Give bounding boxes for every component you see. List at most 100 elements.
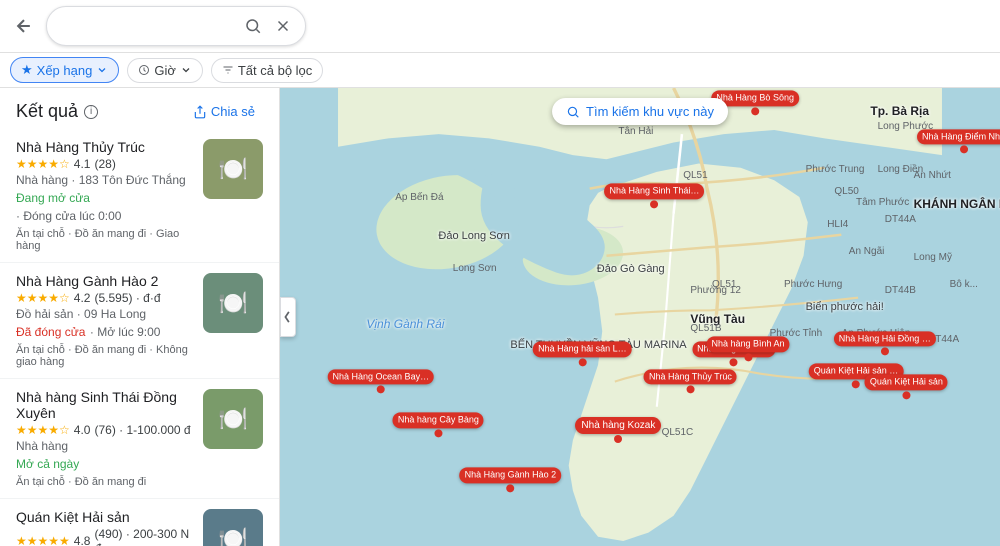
- pin-label: Nhà Hàng Sinh Thái…: [604, 183, 704, 199]
- result-status: Mở cả ngày: [16, 455, 193, 473]
- stars: ★★★★☆: [16, 291, 70, 305]
- result-info: Nhà hàng Sinh Thái Đồng Xuyên ★★★★☆ 4.0 …: [16, 389, 193, 488]
- result-tags: Ăn tại chỗ · Đồ ăn mang đi · Giao hàng: [16, 228, 193, 252]
- result-tags: Ăn tại chỗ · Đồ ăn mang đi: [16, 476, 193, 488]
- pin-label: Nhà hàng Kozak: [575, 417, 661, 434]
- road-label: Long Sơn: [453, 263, 497, 274]
- sidebar-header: Kết quả i Chia sẻ: [0, 88, 279, 129]
- map-area[interactable]: Tp. Bà RịaVũng TàuĐảo Long SơnĐảo Gò Gàn…: [280, 88, 1000, 546]
- pin-label: Nhà hàng Cây Bàng: [393, 413, 484, 429]
- map-pin[interactable]: Nhà Hàng Ocean Bay…: [328, 369, 435, 394]
- road-label: Tân Hải: [618, 126, 653, 137]
- sort-filter[interactable]: ★ Xếp hạng: [10, 57, 119, 83]
- road-label: QL51: [683, 170, 707, 181]
- pin-label: Nhà Hàng Hải Đồng …: [834, 331, 936, 347]
- search-bar: Nhà hàng: [0, 0, 1000, 53]
- map-pin[interactable]: Nhà hàng Kozak: [575, 417, 661, 443]
- pin-dot: [686, 386, 694, 394]
- pin-dot: [902, 391, 910, 399]
- search-area-button[interactable]: Tìm kiếm khu vực này: [552, 98, 728, 125]
- place-label: Đảo Gò Gàng: [597, 263, 665, 275]
- map-pin[interactable]: Nhà Hàng Điểm Nhớ: [917, 129, 1000, 154]
- road-label: Phước Hưng: [784, 279, 842, 290]
- road-label: QL50: [834, 186, 858, 197]
- all-filters[interactable]: Tất cả bộ lọc: [211, 58, 323, 83]
- pin-label: Nhà hàng Bình An: [706, 336, 789, 352]
- stars: ★★★★★: [16, 534, 70, 546]
- rating-value: 4.0: [74, 423, 91, 437]
- stars: ★★★★☆: [16, 423, 70, 437]
- pin-label: Nhà Hàng Ocean Bay…: [328, 369, 435, 385]
- place-label: Đảo Long Sơn: [438, 230, 509, 242]
- result-image: 🍽️: [203, 389, 263, 449]
- map-pin[interactable]: Nhà Hàng Gành Hào 2: [460, 467, 562, 492]
- result-status: Đã đóng cửa · Mở lúc 9:00: [16, 323, 193, 341]
- results-list: Nhà Hàng Thủy Trúc ★★★★☆ 4.1 (28) Nhà hà…: [0, 129, 279, 546]
- back-button[interactable]: [10, 12, 38, 40]
- road-label: An Nhứt: [914, 170, 951, 181]
- time-label: Giờ: [154, 63, 176, 78]
- result-status: Đang mở cửa · Đóng cửa lúc 0:00: [16, 189, 193, 225]
- road-label: HLI4: [827, 219, 848, 230]
- result-item[interactable]: Nhà Hàng Gành Hào 2 ★★★★☆ 4.2 (5.595) · …: [0, 263, 279, 379]
- info-icon[interactable]: i: [84, 105, 98, 119]
- time-chevron-icon: [180, 64, 192, 76]
- rating-value: 4.8: [74, 534, 91, 546]
- map-pin[interactable]: Nhà hàng Cây Bàng: [393, 413, 484, 438]
- review-count: (28): [94, 157, 115, 171]
- sort-label: Xếp hạng: [37, 63, 93, 78]
- search-input-container: Nhà hàng: [46, 6, 306, 46]
- filter-bar: ★ Xếp hạng Giờ Tất cả bộ lọc: [0, 53, 1000, 88]
- map-pin[interactable]: Nhà Hàng Hải Đồng …: [834, 331, 936, 356]
- result-item[interactable]: Nhà hàng Sinh Thái Đồng Xuyên ★★★★☆ 4.0 …: [0, 379, 279, 499]
- search-icon-button[interactable]: [240, 13, 266, 39]
- share-button[interactable]: Chia sẻ: [185, 100, 263, 123]
- review-count: (76) · 1-100.000 đ: [94, 423, 190, 437]
- road-label: An Ngãi: [849, 246, 885, 257]
- road-label: DT44B: [885, 285, 916, 296]
- time-filter[interactable]: Giờ: [127, 58, 203, 83]
- rating-value: 4.2: [74, 291, 91, 305]
- sidebar: Kết quả i Chia sẻ Nhà Hàng Thủy Trúc ★★★…: [0, 88, 280, 546]
- map-pin[interactable]: Nhà Hàng Sinh Thái…: [604, 183, 704, 208]
- result-item[interactable]: Quán Kiệt Hải sản ★★★★★ 4.8 (490) · 200-…: [0, 499, 279, 546]
- results-title: Kết quả i: [16, 101, 98, 122]
- close-time: · Mở lúc 9:00: [90, 325, 161, 339]
- result-address: Nhà hàng: [16, 439, 193, 453]
- pin-dot: [434, 429, 442, 437]
- result-name: Nhà Hàng Thủy Trúc: [16, 139, 193, 155]
- pin-label: Quán Kiệt Hải sản: [865, 375, 948, 391]
- result-image: 🍽️: [203, 273, 263, 333]
- pin-dot: [614, 435, 622, 443]
- result-info: Nhà Hàng Thủy Trúc ★★★★☆ 4.1 (28) Nhà hà…: [16, 139, 193, 252]
- map-pin[interactable]: Nhà hàng Bình An: [706, 336, 789, 361]
- clock-icon: [138, 64, 150, 76]
- result-item[interactable]: Nhà Hàng Thủy Trúc ★★★★☆ 4.1 (28) Nhà hà…: [0, 129, 279, 263]
- close-time: · Đóng cửa lúc 0:00: [16, 209, 121, 223]
- search-input[interactable]: Nhà hàng: [59, 18, 240, 34]
- rating-value: 4.1: [74, 157, 91, 171]
- pin-dot: [650, 200, 658, 208]
- sort-chevron-icon: [96, 64, 108, 76]
- road-label: Phường 12: [690, 285, 741, 296]
- clear-button[interactable]: [270, 13, 296, 39]
- pin-dot: [751, 107, 759, 115]
- search-area-icon: [566, 105, 580, 119]
- result-name: Nhà hàng Sinh Thái Đồng Xuyên: [16, 389, 193, 421]
- collapse-sidebar-button[interactable]: [280, 297, 296, 337]
- map-pin[interactable]: Quán Kiệt Hải sản: [865, 375, 948, 400]
- pin-label: Nhà Hàng Gành Hào 2: [460, 467, 562, 483]
- pin-dot: [960, 146, 968, 154]
- result-info: Quán Kiệt Hải sản ★★★★★ 4.8 (490) · 200-…: [16, 509, 193, 546]
- status-text: Đang mở cửa: [16, 191, 90, 205]
- pin-dot: [852, 380, 860, 388]
- map-pin[interactable]: Nhà Hàng hải sản L…: [533, 342, 632, 367]
- pin-dot: [506, 484, 514, 492]
- result-image: 🍽️: [203, 139, 263, 199]
- map-pin[interactable]: Nhà Hàng Thủy Trúc: [644, 369, 737, 394]
- all-filters-label: Tất cả bộ lọc: [238, 63, 312, 78]
- pin-dot: [744, 353, 752, 361]
- sort-icon: ★: [21, 62, 33, 78]
- pin-label: Nhà Hàng Điểm Nhớ: [917, 129, 1000, 145]
- pin-label: Nhà Hàng hải sản L…: [533, 342, 632, 358]
